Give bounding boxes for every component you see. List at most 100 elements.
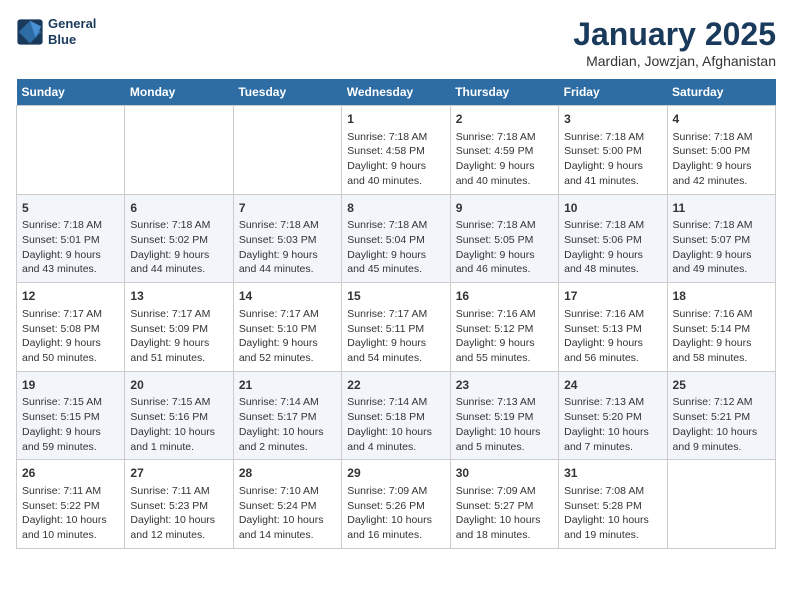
day-cell xyxy=(17,106,125,195)
day-cell xyxy=(125,106,233,195)
day-number: 21 xyxy=(239,377,336,394)
day-number: 13 xyxy=(130,288,227,305)
day-number: 15 xyxy=(347,288,444,305)
day-info: Sunrise: 7:18 AM Sunset: 5:05 PM Dayligh… xyxy=(456,218,553,277)
day-info: Sunrise: 7:08 AM Sunset: 5:28 PM Dayligh… xyxy=(564,484,661,543)
day-number: 18 xyxy=(673,288,770,305)
day-cell xyxy=(233,106,341,195)
day-info: Sunrise: 7:18 AM Sunset: 5:00 PM Dayligh… xyxy=(564,130,661,189)
header-friday: Friday xyxy=(559,79,667,106)
day-number: 31 xyxy=(564,465,661,482)
day-cell: 2 Sunrise: 7:18 AM Sunset: 4:59 PM Daylig… xyxy=(450,106,558,195)
day-cell: 9Sunrise: 7:18 AM Sunset: 5:05 PM Daylig… xyxy=(450,194,558,283)
day-info: Sunrise: 7:17 AM Sunset: 5:11 PM Dayligh… xyxy=(347,307,444,366)
day-number: 8 xyxy=(347,200,444,217)
day-cell: 5Sunrise: 7:18 AM Sunset: 5:01 PM Daylig… xyxy=(17,194,125,283)
day-number: 7 xyxy=(239,200,336,217)
day-info: Sunrise: 7:16 AM Sunset: 5:12 PM Dayligh… xyxy=(456,307,553,366)
day-cell: 17 Sunrise: 7:16 AM Sunset: 5:13 PM Dayli… xyxy=(559,283,667,372)
day-number: 29 xyxy=(347,465,444,482)
day-cell: 30Sunrise: 7:09 AM Sunset: 5:27 PM Dayli… xyxy=(450,460,558,549)
day-info: Sunrise: 7:15 AM Sunset: 5:15 PM Dayligh… xyxy=(22,395,119,454)
day-info: Sunrise: 7:18 AM Sunset: 5:00 PM Dayligh… xyxy=(673,130,770,189)
logo-text: General Blue xyxy=(48,16,96,47)
header-tuesday: Tuesday xyxy=(233,79,341,106)
day-info: Sunrise: 7:18 AM Sunset: 5:03 PM Dayligh… xyxy=(239,218,336,277)
day-cell: 13Sunrise: 7:17 AM Sunset: 5:09 PM Dayli… xyxy=(125,283,233,372)
day-number: 26 xyxy=(22,465,119,482)
day-number: 4 xyxy=(673,111,770,128)
day-info: Sunrise: 7:18 AM Sunset: 4:59 PM Dayligh… xyxy=(456,130,553,189)
day-cell: 15 Sunrise: 7:17 AM Sunset: 5:11 PM Dayli… xyxy=(342,283,450,372)
day-number: 25 xyxy=(673,377,770,394)
day-info: Sunrise: 7:17 AM Sunset: 5:08 PM Dayligh… xyxy=(22,307,119,366)
day-cell: 10Sunrise: 7:18 AM Sunset: 5:06 PM Dayli… xyxy=(559,194,667,283)
day-info: Sunrise: 7:10 AM Sunset: 5:24 PM Dayligh… xyxy=(239,484,336,543)
week-row-2: 5Sunrise: 7:18 AM Sunset: 5:01 PM Daylig… xyxy=(17,194,776,283)
day-info: Sunrise: 7:16 AM Sunset: 5:14 PM Dayligh… xyxy=(673,307,770,366)
day-cell: 3 Sunrise: 7:18 AM Sunset: 5:00 PM Daylig… xyxy=(559,106,667,195)
day-number: 23 xyxy=(456,377,553,394)
calendar-header-row: SundayMondayTuesdayWednesdayThursdayFrid… xyxy=(17,79,776,106)
header-monday: Monday xyxy=(125,79,233,106)
day-number: 20 xyxy=(130,377,227,394)
day-cell: 1 Sunrise: 7:18 AM Sunset: 4:58 PM Daylig… xyxy=(342,106,450,195)
logo: General Blue xyxy=(16,16,96,47)
day-number: 14 xyxy=(239,288,336,305)
header-sunday: Sunday xyxy=(17,79,125,106)
day-number: 1 xyxy=(347,111,444,128)
header: General Blue January 2025 Mardian, Jowzj… xyxy=(16,16,776,69)
day-cell: 16Sunrise: 7:16 AM Sunset: 5:12 PM Dayli… xyxy=(450,283,558,372)
day-number: 12 xyxy=(22,288,119,305)
day-cell: 11Sunrise: 7:18 AM Sunset: 5:07 PM Dayli… xyxy=(667,194,775,283)
day-cell: 28 Sunrise: 7:10 AM Sunset: 5:24 PM Dayli… xyxy=(233,460,341,549)
day-cell: 4 Sunrise: 7:18 AM Sunset: 5:00 PM Daylig… xyxy=(667,106,775,195)
day-info: Sunrise: 7:11 AM Sunset: 5:22 PM Dayligh… xyxy=(22,484,119,543)
header-saturday: Saturday xyxy=(667,79,775,106)
header-thursday: Thursday xyxy=(450,79,558,106)
day-info: Sunrise: 7:11 AM Sunset: 5:23 PM Dayligh… xyxy=(130,484,227,543)
day-number: 11 xyxy=(673,200,770,217)
day-number: 22 xyxy=(347,377,444,394)
day-cell: 8Sunrise: 7:18 AM Sunset: 5:04 PM Daylig… xyxy=(342,194,450,283)
day-number: 19 xyxy=(22,377,119,394)
day-cell: 26 Sunrise: 7:11 AM Sunset: 5:22 PM Dayli… xyxy=(17,460,125,549)
day-number: 9 xyxy=(456,200,553,217)
day-info: Sunrise: 7:13 AM Sunset: 5:20 PM Dayligh… xyxy=(564,395,661,454)
day-cell: 21Sunrise: 7:14 AM Sunset: 5:17 PM Dayli… xyxy=(233,371,341,460)
day-info: Sunrise: 7:18 AM Sunset: 5:02 PM Dayligh… xyxy=(130,218,227,277)
day-number: 27 xyxy=(130,465,227,482)
day-info: Sunrise: 7:16 AM Sunset: 5:13 PM Dayligh… xyxy=(564,307,661,366)
day-cell: 27 Sunrise: 7:11 AM Sunset: 5:23 PM Dayli… xyxy=(125,460,233,549)
day-cell: 12 Sunrise: 7:17 AM Sunset: 5:08 PM Dayli… xyxy=(17,283,125,372)
day-cell: 29 Sunrise: 7:09 AM Sunset: 5:26 PM Dayli… xyxy=(342,460,450,549)
day-cell: 7Sunrise: 7:18 AM Sunset: 5:03 PM Daylig… xyxy=(233,194,341,283)
day-info: Sunrise: 7:12 AM Sunset: 5:21 PM Dayligh… xyxy=(673,395,770,454)
day-info: Sunrise: 7:15 AM Sunset: 5:16 PM Dayligh… xyxy=(130,395,227,454)
day-cell xyxy=(667,460,775,549)
day-info: Sunrise: 7:18 AM Sunset: 4:58 PM Dayligh… xyxy=(347,130,444,189)
day-number: 6 xyxy=(130,200,227,217)
day-number: 24 xyxy=(564,377,661,394)
day-cell: 6Sunrise: 7:18 AM Sunset: 5:02 PM Daylig… xyxy=(125,194,233,283)
day-cell: 18 Sunrise: 7:16 AM Sunset: 5:14 PM Dayli… xyxy=(667,283,775,372)
day-info: Sunrise: 7:14 AM Sunset: 5:17 PM Dayligh… xyxy=(239,395,336,454)
day-info: Sunrise: 7:13 AM Sunset: 5:19 PM Dayligh… xyxy=(456,395,553,454)
header-wednesday: Wednesday xyxy=(342,79,450,106)
day-cell: 31 Sunrise: 7:08 AM Sunset: 5:28 PM Dayli… xyxy=(559,460,667,549)
day-number: 10 xyxy=(564,200,661,217)
day-info: Sunrise: 7:09 AM Sunset: 5:26 PM Dayligh… xyxy=(347,484,444,543)
day-number: 28 xyxy=(239,465,336,482)
day-cell: 25Sunrise: 7:12 AM Sunset: 5:21 PM Dayli… xyxy=(667,371,775,460)
day-cell: 24Sunrise: 7:13 AM Sunset: 5:20 PM Dayli… xyxy=(559,371,667,460)
day-info: Sunrise: 7:17 AM Sunset: 5:10 PM Dayligh… xyxy=(239,307,336,366)
subtitle: Mardian, Jowzjan, Afghanistan xyxy=(573,53,776,69)
day-cell: 23Sunrise: 7:13 AM Sunset: 5:19 PM Dayli… xyxy=(450,371,558,460)
day-number: 2 xyxy=(456,111,553,128)
week-row-5: 26 Sunrise: 7:11 AM Sunset: 5:22 PM Dayli… xyxy=(17,460,776,549)
week-row-4: 19Sunrise: 7:15 AM Sunset: 5:15 PM Dayli… xyxy=(17,371,776,460)
day-number: 17 xyxy=(564,288,661,305)
day-number: 3 xyxy=(564,111,661,128)
day-cell: 19Sunrise: 7:15 AM Sunset: 5:15 PM Dayli… xyxy=(17,371,125,460)
day-cell: 20Sunrise: 7:15 AM Sunset: 5:16 PM Dayli… xyxy=(125,371,233,460)
